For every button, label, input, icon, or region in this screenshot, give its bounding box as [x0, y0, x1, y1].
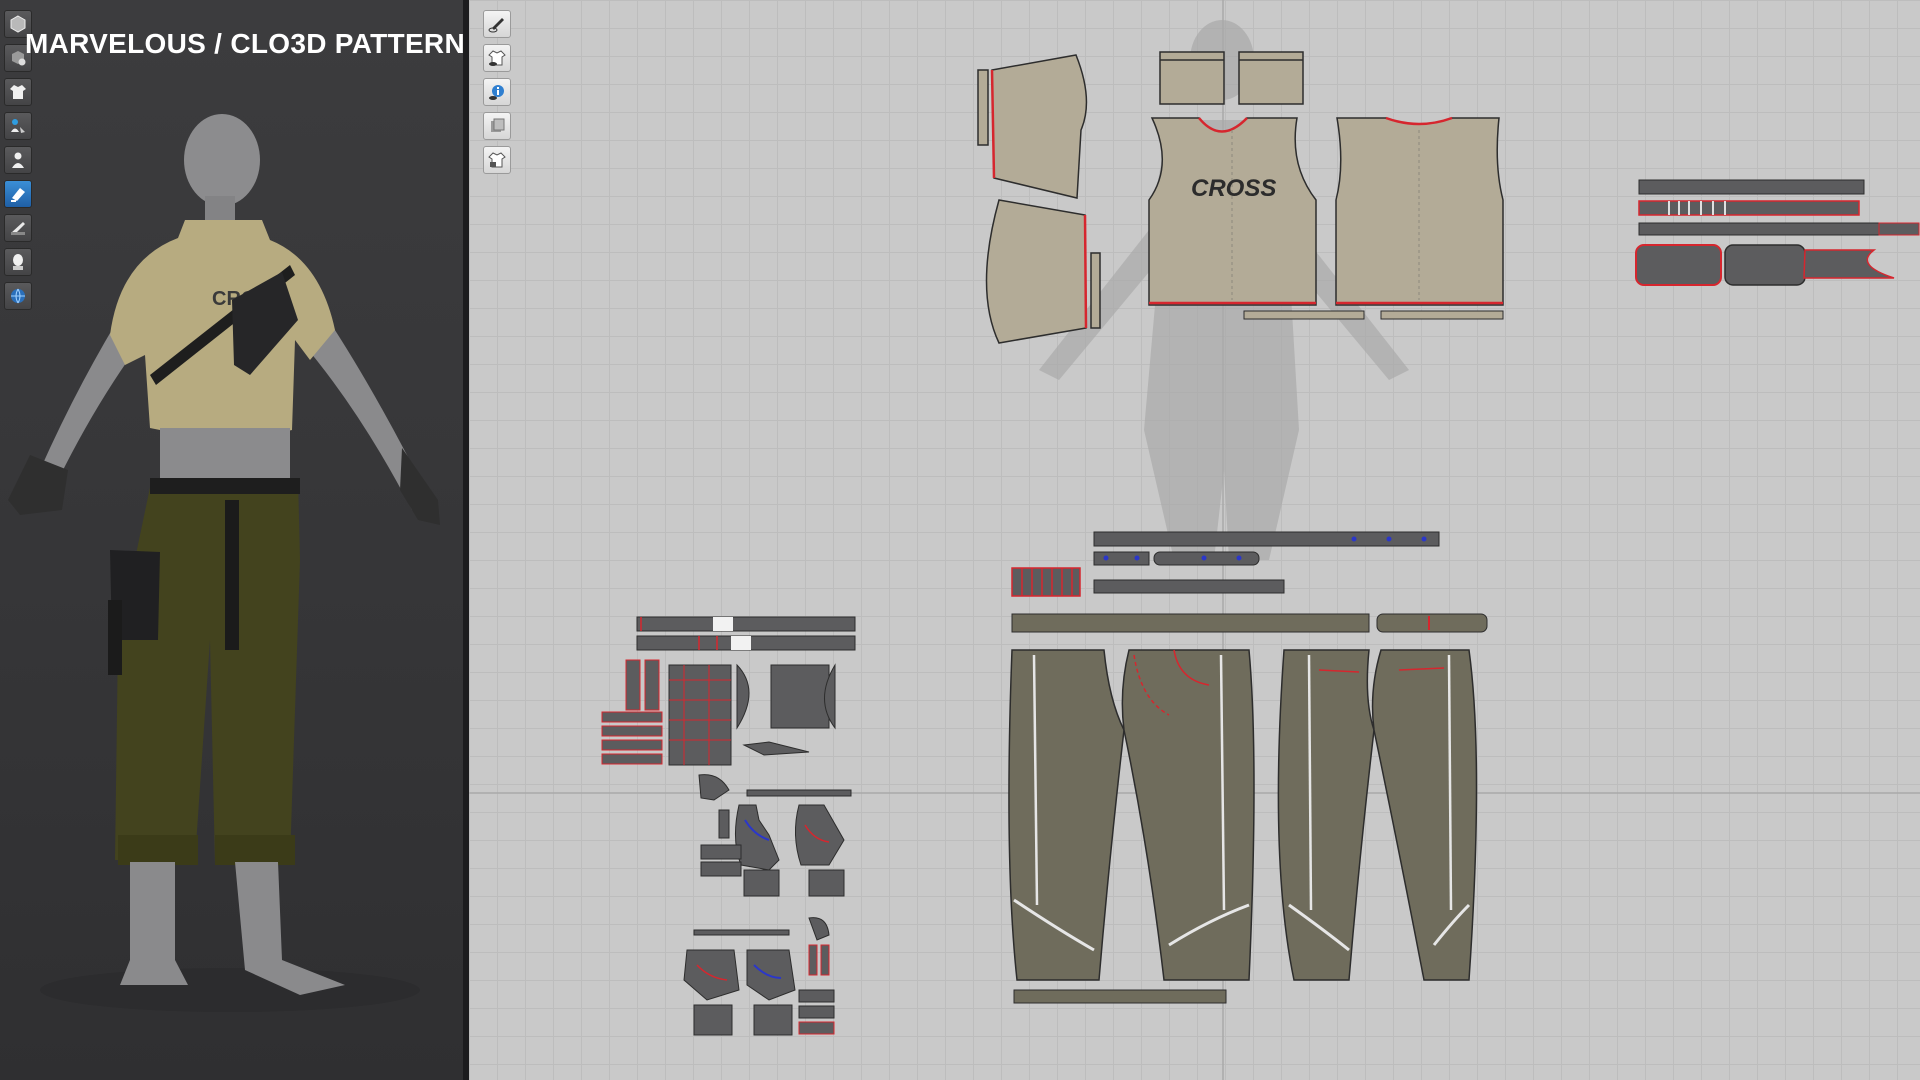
- avatar-right-glove: [400, 448, 440, 525]
- bag-strap-patterns: [1635, 179, 1920, 286]
- pattern-canvas[interactable]: CROSS: [469, 0, 1920, 1080]
- shirt-lock-icon[interactable]: [483, 146, 511, 174]
- avatar-left-leg: [120, 862, 188, 985]
- shirt-hem-bands: [1243, 310, 1504, 320]
- pants-front-left: [1008, 649, 1125, 981]
- pants-waistband-bottom: [1013, 989, 1227, 1004]
- shirt-sleeve-upper: [977, 54, 1088, 199]
- avatar-cargo-pants: [115, 478, 300, 865]
- avatar-icon[interactable]: [4, 146, 32, 174]
- avatar-pose-icon[interactable]: [4, 112, 32, 140]
- holster-body-patterns: [601, 659, 836, 766]
- pants-back-left: [1277, 649, 1375, 981]
- avatar-belt: [150, 478, 300, 494]
- shirt-back-panel: [1335, 116, 1504, 306]
- avatar-head: [184, 114, 260, 206]
- glove-patterns-lower: [683, 917, 835, 1036]
- 2d-pattern-window[interactable]: CROSS: [469, 0, 1920, 1080]
- shirt-front-logo: CROSS: [1191, 175, 1276, 202]
- head-icon[interactable]: [4, 248, 32, 276]
- layers-icon[interactable]: [483, 112, 511, 140]
- info-eye-icon[interactable]: [483, 78, 511, 106]
- pants-back-right: [1371, 649, 1478, 981]
- shirt-front-panel: [1148, 117, 1317, 306]
- pen-eye-icon[interactable]: [483, 10, 511, 38]
- 2d-toolbar: [483, 10, 513, 174]
- pants-front-right: [1121, 649, 1255, 981]
- texture-icon[interactable]: [4, 214, 32, 242]
- shirt-eye-icon[interactable]: [483, 44, 511, 72]
- avatar-3d-model[interactable]: CRO: [0, 0, 463, 1080]
- globe-icon[interactable]: [4, 282, 32, 310]
- shirt-sleeve-lower: [985, 199, 1101, 344]
- 3d-viewport[interactable]: CRO MARVELOUS / CLO3D PATTERNS: [0, 0, 463, 1080]
- garment-icon[interactable]: [4, 78, 32, 106]
- fabric-icon[interactable]: [4, 180, 32, 208]
- holster-strap-patterns: [636, 616, 856, 651]
- glove-patterns-upper: [698, 774, 852, 897]
- app-title: MARVELOUS / CLO3D PATTERNS: [25, 28, 463, 59]
